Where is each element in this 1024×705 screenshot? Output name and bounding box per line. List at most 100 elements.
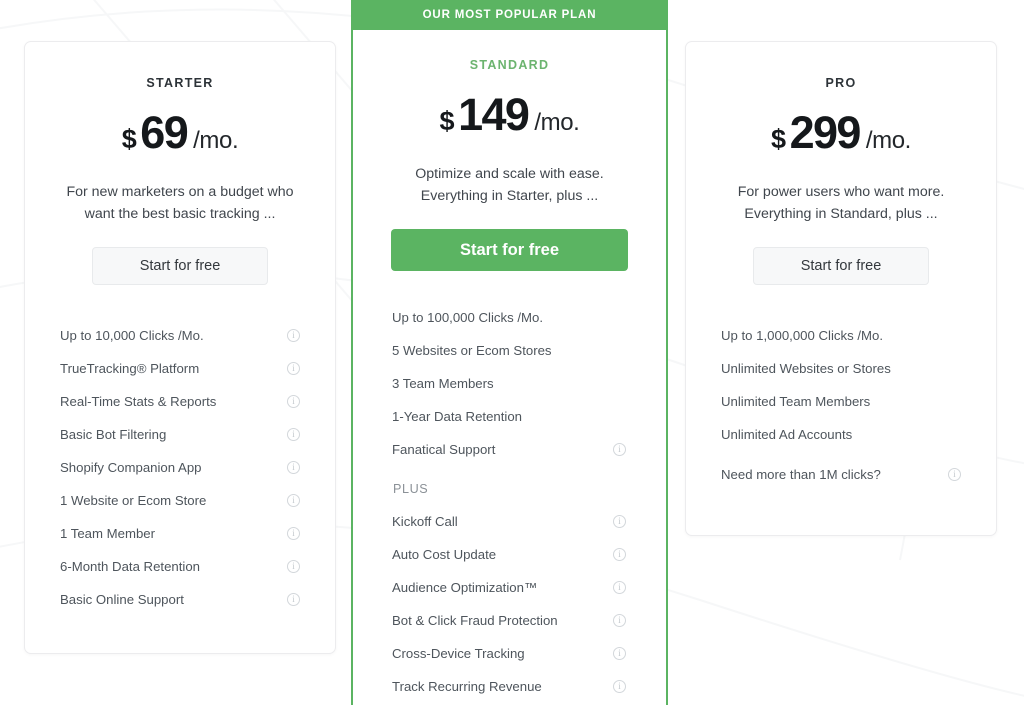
plan-description-starter: For new marketers on a budget who want t… [66,184,294,222]
price-period: /mo. [193,127,239,154]
info-icon[interactable]: i [613,680,626,693]
feature-row: Up to 1,000,000 Clicks /Mo. i [686,319,996,352]
feature-row: Unlimited Team Members i [686,385,996,418]
info-icon[interactable]: i [287,461,300,474]
feature-row: 5 Websites or Ecom Stores i [353,334,666,367]
price-amount: 299 [789,107,862,158]
feature-label: Up to 10,000 Clicks /Mo. [60,328,204,343]
price-period: /mo. [865,127,911,154]
price-currency: $ [771,124,786,154]
price-amount: 69 [140,107,188,158]
feature-label: Cross-Device Tracking [392,646,525,661]
feature-row: Kickoff Call i [353,505,666,538]
plan-description-standard: Optimize and scale with ease. Everything… [415,166,604,204]
feature-row: Audience Optimization™ i [353,571,666,604]
feature-label: Real-Time Stats & Reports [60,394,217,409]
feature-list-pro: Up to 1,000,000 Clicks /Mo. i Unlimited … [686,319,996,491]
cta-area-standard: Start for free [353,229,666,271]
feature-label: Audience Optimization™ [392,580,538,595]
feature-row: Track Recurring Revenue i [353,670,666,703]
feature-label: Shopify Companion App [60,460,202,475]
info-icon[interactable]: i [613,443,626,456]
plan-card-pro[interactable]: PRO $ 299 /mo. For power users who want … [685,41,997,536]
most-popular-banner: OUR MOST POPULAR PLAN [351,0,668,30]
feature-label: Need more than 1M clicks? [721,467,881,482]
info-icon[interactable]: i [613,515,626,528]
feature-row: Shopify Companion App i [25,451,335,484]
feature-label: 5 Websites or Ecom Stores [392,343,552,358]
info-icon[interactable]: i [287,362,300,375]
plan-header-pro: PRO $ 299 /mo. For power users who want … [686,42,996,225]
price-currency: $ [439,106,455,136]
feature-row: Unlimited Websites or Stores i [686,352,996,385]
feature-list-standard-plus: Kickoff Call i Auto Cost Update i Audien… [353,505,666,703]
pricing-table: STARTER $ 69 /mo. For new marketers on a… [0,0,1024,705]
feature-row: Basic Bot Filtering i [25,418,335,451]
feature-row: 1 Website or Ecom Store i [25,484,335,517]
cta-area-pro: Start for free [686,247,996,285]
price-currency: $ [121,124,137,154]
feature-label: Auto Cost Update [392,547,497,562]
feature-label: Unlimited Ad Accounts [721,427,853,442]
plan-body-standard: STANDARD $ 149 /mo. Optimize and scale w… [351,30,668,705]
info-icon[interactable]: i [287,428,300,441]
start-for-free-button-starter[interactable]: Start for free [92,247,268,285]
info-icon[interactable]: i [287,395,300,408]
price-amount: 149 [458,89,530,140]
feature-row: Up to 10,000 Clicks /Mo. i [25,319,335,352]
feature-row: Need more than 1M clicks? i [686,458,996,491]
feature-list-standard: Up to 100,000 Clicks /Mo. i 5 Websites o… [353,301,666,466]
feature-label: Unlimited Team Members [721,394,871,409]
feature-row: Bot & Click Fraud Protection i [353,604,666,637]
plan-name-pro: PRO [825,76,857,90]
feature-row: Auto Cost Update i [353,538,666,571]
feature-label: Up to 1,000,000 Clicks /Mo. [721,328,883,343]
feature-row: Fanatical Support i [353,433,666,466]
feature-list-starter: Up to 10,000 Clicks /Mo. i TrueTracking®… [25,319,335,616]
feature-label: Up to 100,000 Clicks /Mo. [392,310,543,325]
cta-area-starter: Start for free [25,247,335,285]
feature-label: Bot & Click Fraud Protection [392,613,558,628]
feature-row: Cross-Device Tracking i [353,637,666,670]
feature-label: 1-Year Data Retention [392,409,523,424]
info-icon[interactable]: i [287,329,300,342]
plan-price-pro: $ 299 /mo. [686,107,996,159]
info-icon[interactable]: i [613,647,626,660]
info-icon[interactable]: i [287,593,300,606]
info-icon[interactable]: i [287,560,300,573]
feature-row: Basic Online Support i [25,583,335,616]
plan-header-starter: STARTER $ 69 /mo. For new marketers on a… [25,42,335,225]
info-icon[interactable]: i [613,548,626,561]
feature-label: Unlimited Websites or Stores [721,361,891,376]
info-icon[interactable]: i [287,527,300,540]
feature-label: Basic Online Support [60,592,184,607]
feature-row: 6-Month Data Retention i [25,550,335,583]
plan-price-standard: $ 149 /mo. [353,89,666,141]
info-icon[interactable]: i [613,614,626,627]
feature-row: 3 Team Members i [353,367,666,400]
start-for-free-button-pro[interactable]: Start for free [753,247,929,285]
info-icon[interactable]: i [948,468,961,481]
feature-label: 1 Team Member [60,526,156,541]
feature-section-label-plus: PLUS [393,482,429,496]
feature-label: 6-Month Data Retention [60,559,201,574]
feature-row: 1 Team Member i [25,517,335,550]
plan-card-standard[interactable]: OUR MOST POPULAR PLAN STANDARD $ 149 /mo… [351,0,668,705]
feature-row: Unlimited Ad Accounts i [686,418,996,451]
info-icon[interactable]: i [287,494,300,507]
plan-name-standard: STANDARD [469,58,550,72]
plan-description-pro: For power users who want more. Everythin… [737,184,945,222]
plan-card-starter[interactable]: STARTER $ 69 /mo. For new marketers on a… [24,41,336,654]
feature-row: Real-Time Stats & Reports i [25,385,335,418]
feature-label: 1 Website or Ecom Store [60,493,207,508]
feature-row: Up to 100,000 Clicks /Mo. i [353,301,666,334]
start-for-free-button-standard[interactable]: Start for free [391,229,628,271]
plan-header-standard: STANDARD $ 149 /mo. Optimize and scale w… [353,30,666,207]
feature-label: Track Recurring Revenue [392,679,542,694]
info-icon[interactable]: i [613,581,626,594]
feature-row: TrueTracking® Platform i [25,352,335,385]
price-period: /mo. [534,109,580,136]
feature-label: Basic Bot Filtering [60,427,167,442]
plan-name-starter: STARTER [146,76,214,90]
feature-label: Kickoff Call [392,514,458,529]
